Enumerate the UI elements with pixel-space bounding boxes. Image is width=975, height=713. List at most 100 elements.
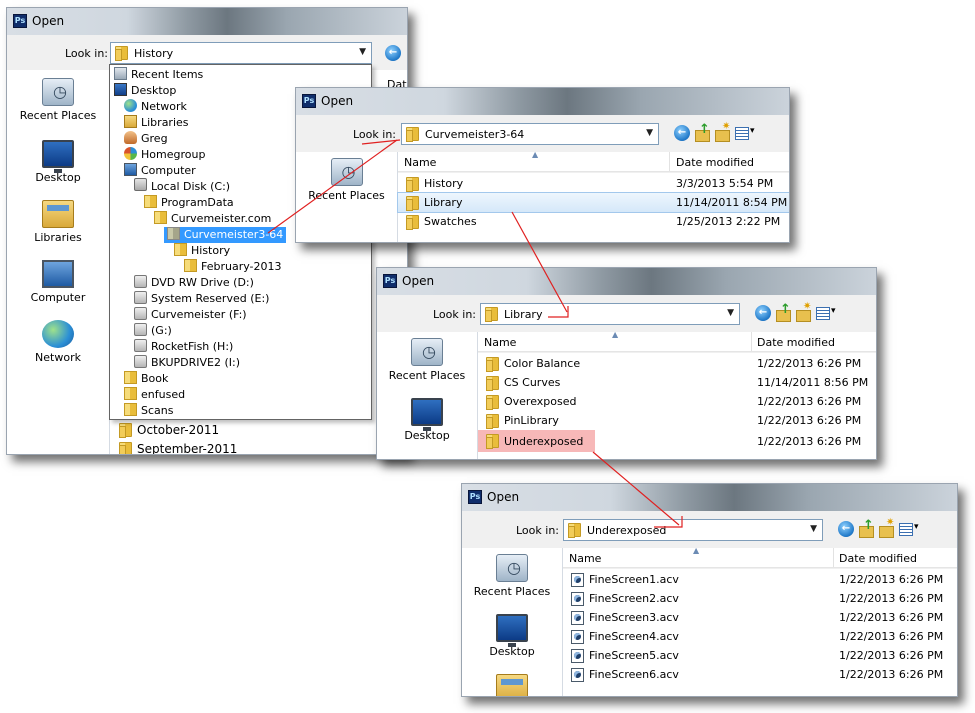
table-row[interactable]: FineScreen3.acv 1/22/2013 6:26 PM (563, 608, 957, 627)
dropdown-item[interactable]: History (174, 243, 230, 259)
up-folder-icon[interactable] (775, 302, 791, 322)
chevron-down-icon[interactable]: ▼ (646, 128, 653, 138)
photoshop-icon: Ps (302, 94, 316, 108)
table-row[interactable]: FineScreen6.acv 1/22/2013 6:26 PM (563, 665, 957, 684)
column-date-modified[interactable]: Date modified (676, 156, 754, 169)
dropdown-item[interactable]: Curvemeister (F:) (134, 307, 247, 323)
title-bar[interactable]: Ps Open (7, 8, 407, 35)
look-in-combo[interactable]: Curvemeister3-64 ▼ (401, 123, 659, 145)
look-in-combo[interactable]: History ▼ (110, 42, 372, 64)
table-row[interactable]: FineScreen4.acv 1/22/2013 6:26 PM (563, 627, 957, 646)
place-label: Libraries (34, 231, 82, 244)
table-row-highlighted[interactable]: Underexposed 1/22/2013 6:26 PM (478, 430, 876, 452)
dropdown-item[interactable]: ProgramData (144, 195, 234, 211)
up-folder-icon[interactable] (858, 518, 874, 538)
place-libraries-partial[interactable] (462, 674, 562, 696)
table-row[interactable]: FineScreen2.acv 1/22/2013 6:26 PM (563, 589, 957, 608)
views-menu-icon[interactable] (815, 305, 839, 321)
dropdown-item[interactable]: Computer (124, 163, 196, 179)
new-folder-icon[interactable] (714, 121, 730, 142)
table-row[interactable]: FineScreen1.acv 1/22/2013 6:26 PM (563, 570, 957, 589)
place-recent-places[interactable]: Recent Places (377, 338, 477, 382)
back-arrow-icon[interactable]: ← (674, 125, 690, 141)
dropdown-item[interactable]: Desktop (114, 83, 176, 99)
recent-places-icon (496, 554, 528, 582)
dropdown-item[interactable]: February-2013 (184, 259, 282, 275)
back-arrow-icon[interactable]: ← (385, 45, 401, 61)
place-computer[interactable]: Computer (7, 260, 109, 304)
column-name[interactable]: Name (569, 552, 601, 565)
look-in-combo[interactable]: Underexposed ▼ (563, 519, 823, 541)
dropdown-item[interactable]: DVD RW Drive (D:) (134, 275, 254, 291)
dropdown-item[interactable]: BKUPDRIVE2 (I:) (134, 355, 240, 371)
dropdown-item[interactable]: Local Disk (C:) (134, 178, 230, 195)
dropdown-item[interactable]: Greg (124, 131, 168, 147)
table-row[interactable]: CS Curves 11/14/2011 8:56 PM (478, 373, 876, 392)
dropdown-item[interactable]: Curvemeister.com (154, 211, 271, 227)
look-in-value: Curvemeister3-64 (425, 128, 525, 141)
folder-icon (184, 259, 197, 272)
libraries-icon (42, 200, 74, 228)
place-network[interactable]: Network (7, 320, 109, 364)
recent-places-icon (411, 338, 443, 366)
computer-icon (124, 163, 137, 176)
table-row-selected[interactable]: Library 11/14/2011 8:54 PM (397, 192, 789, 213)
dropdown-item[interactable]: RocketFish (H:) (134, 339, 233, 355)
column-date-modified[interactable]: Date modified (757, 336, 835, 349)
dropdown-item[interactable]: Network (124, 99, 187, 115)
folder-icon (486, 376, 499, 391)
place-desktop[interactable]: Desktop (7, 140, 109, 184)
look-in-combo[interactable]: Library ▼ (480, 303, 740, 325)
list-item[interactable]: October-2011 (117, 420, 377, 439)
table-row[interactable]: Swatches 1/25/2013 2:22 PM (398, 212, 789, 231)
table-row[interactable]: Overexposed 1/22/2013 6:26 PM (478, 392, 876, 411)
dropdown-item[interactable]: Scans (124, 403, 173, 419)
dvd-drive-icon (134, 275, 147, 288)
column-date-modified[interactable]: Date modified (839, 552, 917, 565)
back-arrow-icon[interactable]: ← (838, 521, 854, 537)
column-name[interactable]: Name (484, 336, 516, 349)
file-list: FineScreen1.acv 1/22/2013 6:26 PM FineSc… (563, 569, 957, 696)
new-folder-icon[interactable] (878, 517, 894, 538)
title-bar[interactable]: Ps Open (377, 268, 876, 295)
chevron-down-icon[interactable]: ▼ (810, 524, 817, 534)
table-row[interactable]: PinLibrary 1/22/2013 6:26 PM (478, 411, 876, 430)
look-in-label: Look in: (65, 47, 108, 60)
dropdown-item[interactable]: Recent Items (114, 67, 203, 83)
chevron-down-icon[interactable]: ▼ (359, 47, 366, 57)
views-menu-icon[interactable] (898, 521, 922, 537)
file-list-header: ▲ Name Date modified (563, 546, 957, 568)
file-list: Color Balance 1/22/2013 6:26 PM CS Curve… (478, 353, 876, 459)
place-libraries[interactable]: Libraries (7, 200, 109, 244)
dropdown-item[interactable]: Libraries (124, 115, 189, 131)
column-name[interactable]: Name (404, 156, 436, 169)
back-arrow-icon[interactable]: ← (755, 305, 771, 321)
place-desktop[interactable]: Desktop (377, 398, 477, 442)
place-label: Recent Places (19, 109, 97, 122)
table-row[interactable]: Color Balance 1/22/2013 6:26 PM (478, 354, 876, 373)
title-bar[interactable]: Ps Open (462, 484, 957, 511)
dialog-title: Open (321, 94, 354, 108)
dropdown-item[interactable]: enfused (124, 387, 185, 403)
dropdown-item[interactable]: System Reserved (E:) (134, 291, 269, 307)
dropdown-item[interactable]: Homegroup (124, 147, 205, 163)
dropdown-item-selected[interactable]: Curvemeister3-64 (164, 227, 287, 243)
place-recent-places[interactable]: Recent Places (296, 158, 397, 202)
dropdown-item[interactable]: (G:) (134, 323, 172, 339)
place-recent-places[interactable]: Recent Places (462, 554, 562, 598)
place-desktop[interactable]: Desktop (462, 614, 562, 658)
table-row[interactable]: History 3/3/2013 5:54 PM (398, 174, 789, 193)
chevron-down-icon[interactable]: ▼ (727, 308, 734, 318)
title-bar[interactable]: Ps Open (296, 88, 789, 115)
sort-ascending-icon: ▲ (532, 150, 539, 159)
place-recent-places[interactable]: Recent Places (7, 78, 109, 122)
place-label: Network (35, 351, 81, 364)
list-item[interactable]: September-2011 (117, 439, 377, 454)
folder-icon (406, 215, 419, 230)
new-folder-icon[interactable] (795, 301, 811, 322)
views-menu-icon[interactable] (734, 125, 758, 141)
up-folder-icon[interactable] (694, 122, 710, 142)
dialog-title: Open (402, 274, 435, 288)
dropdown-item[interactable]: Book (124, 371, 168, 387)
table-row[interactable]: FineScreen5.acv 1/22/2013 6:26 PM (563, 646, 957, 665)
